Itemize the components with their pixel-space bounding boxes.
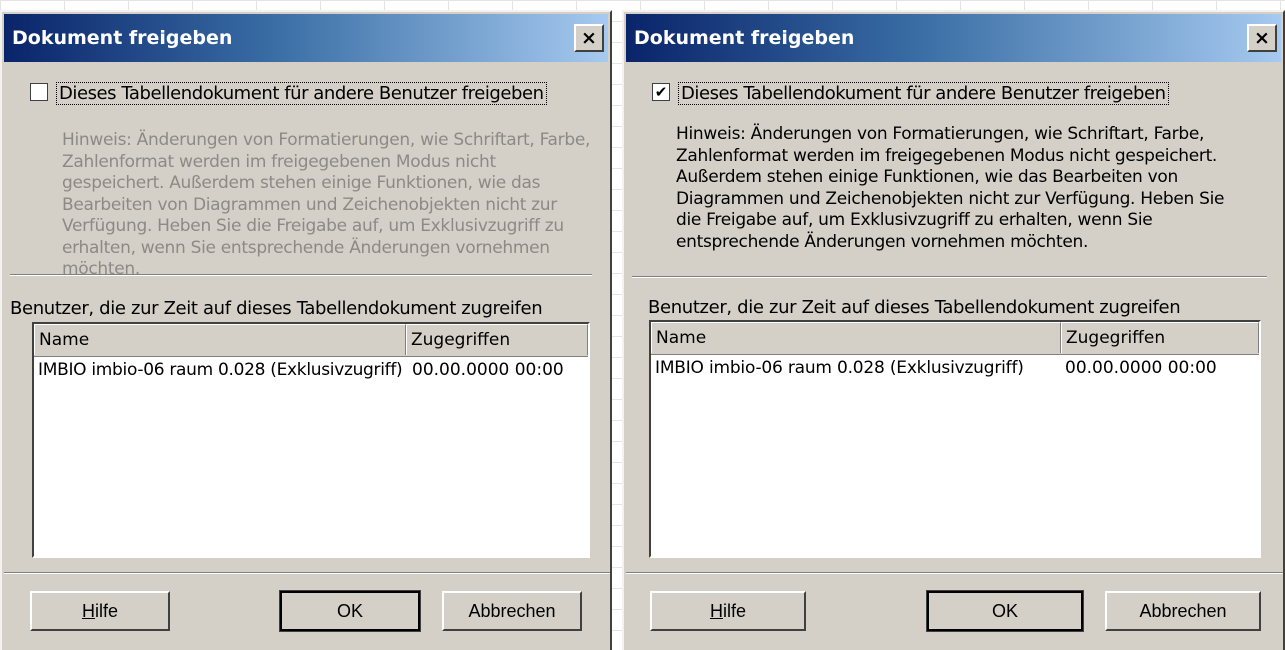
hint-text: Hinweis: Änderungen von Formatierungen, … xyxy=(676,124,1225,252)
column-header-name[interactable]: Name xyxy=(651,322,1061,353)
share-checkbox[interactable]: ✔ xyxy=(652,83,670,101)
dialog-title: Dokument freigeben xyxy=(634,27,855,49)
dialog-title: Dokument freigeben xyxy=(12,27,233,49)
divider xyxy=(626,572,1283,574)
help-mnemonic: H xyxy=(709,601,723,621)
divider xyxy=(10,274,592,276)
hint-text: Hinweis: Änderungen von Formatierungen, … xyxy=(62,130,591,279)
share-checkbox-label[interactable]: Dieses Tabellendokument für andere Benut… xyxy=(56,82,547,105)
dialog-titlebar: Dokument freigeben × xyxy=(4,14,608,62)
list-item[interactable]: IMBIO imbio-06 raum 0.028 (Exklusivzugri… xyxy=(34,360,588,384)
users-list-label: Benutzer, die zur Zeit auf dieses Tabell… xyxy=(648,297,1181,318)
column-header-accessed[interactable]: Zugegriffen xyxy=(1061,322,1259,353)
divider xyxy=(4,572,610,574)
dialog-titlebar: Dokument freigeben × xyxy=(626,14,1281,62)
ok-button[interactable]: OK xyxy=(926,590,1084,632)
help-label: ilfe xyxy=(94,601,118,621)
close-button[interactable]: × xyxy=(1247,24,1277,52)
accessed-cell: 00.00.0000 00:00 xyxy=(1065,358,1217,378)
share-document-dialog-unchecked: Dokument freigeben × Dieses Tabellendoku… xyxy=(0,10,612,650)
list-item[interactable]: IMBIO imbio-06 raum 0.028 (Exklusivzugri… xyxy=(651,358,1259,382)
share-checkbox-label[interactable]: Dieses Tabellendokument für andere Benut… xyxy=(678,82,1169,105)
cancel-button[interactable]: Abbrechen xyxy=(442,591,582,631)
column-header-name[interactable]: Name xyxy=(34,324,406,355)
help-mnemonic: H xyxy=(81,601,95,621)
list-header: Name Zugegriffen xyxy=(34,324,588,357)
help-label: ilfe xyxy=(722,601,746,621)
close-icon: × xyxy=(1254,27,1270,49)
divider xyxy=(632,276,1267,278)
close-button[interactable]: × xyxy=(574,24,604,52)
user-name-cell: IMBIO imbio-06 raum 0.028 (Exklusivzugri… xyxy=(655,358,1024,378)
list-header: Name Zugegriffen xyxy=(651,322,1259,355)
close-icon: × xyxy=(581,27,597,49)
help-button[interactable]: Hilfe xyxy=(650,591,806,631)
users-list[interactable]: Name Zugegriffen IMBIO imbio-06 raum 0.0… xyxy=(32,322,590,558)
help-button[interactable]: Hilfe xyxy=(30,591,170,631)
cancel-button[interactable]: Abbrechen xyxy=(1105,591,1261,631)
users-list-label: Benutzer, die zur Zeit auf dieses Tabell… xyxy=(10,298,543,319)
users-list[interactable]: Name Zugegriffen IMBIO imbio-06 raum 0.0… xyxy=(649,320,1261,558)
share-document-dialog-checked: Dokument freigeben × ✔ Dieses Tabellendo… xyxy=(622,10,1285,650)
user-name-cell: IMBIO imbio-06 raum 0.028 (Exklusivzugri… xyxy=(38,360,403,380)
accessed-cell: 00.00.0000 00:00 xyxy=(412,360,564,380)
column-header-accessed[interactable]: Zugegriffen xyxy=(406,324,588,355)
ok-button[interactable]: OK xyxy=(279,590,421,632)
share-checkbox[interactable] xyxy=(30,83,48,101)
